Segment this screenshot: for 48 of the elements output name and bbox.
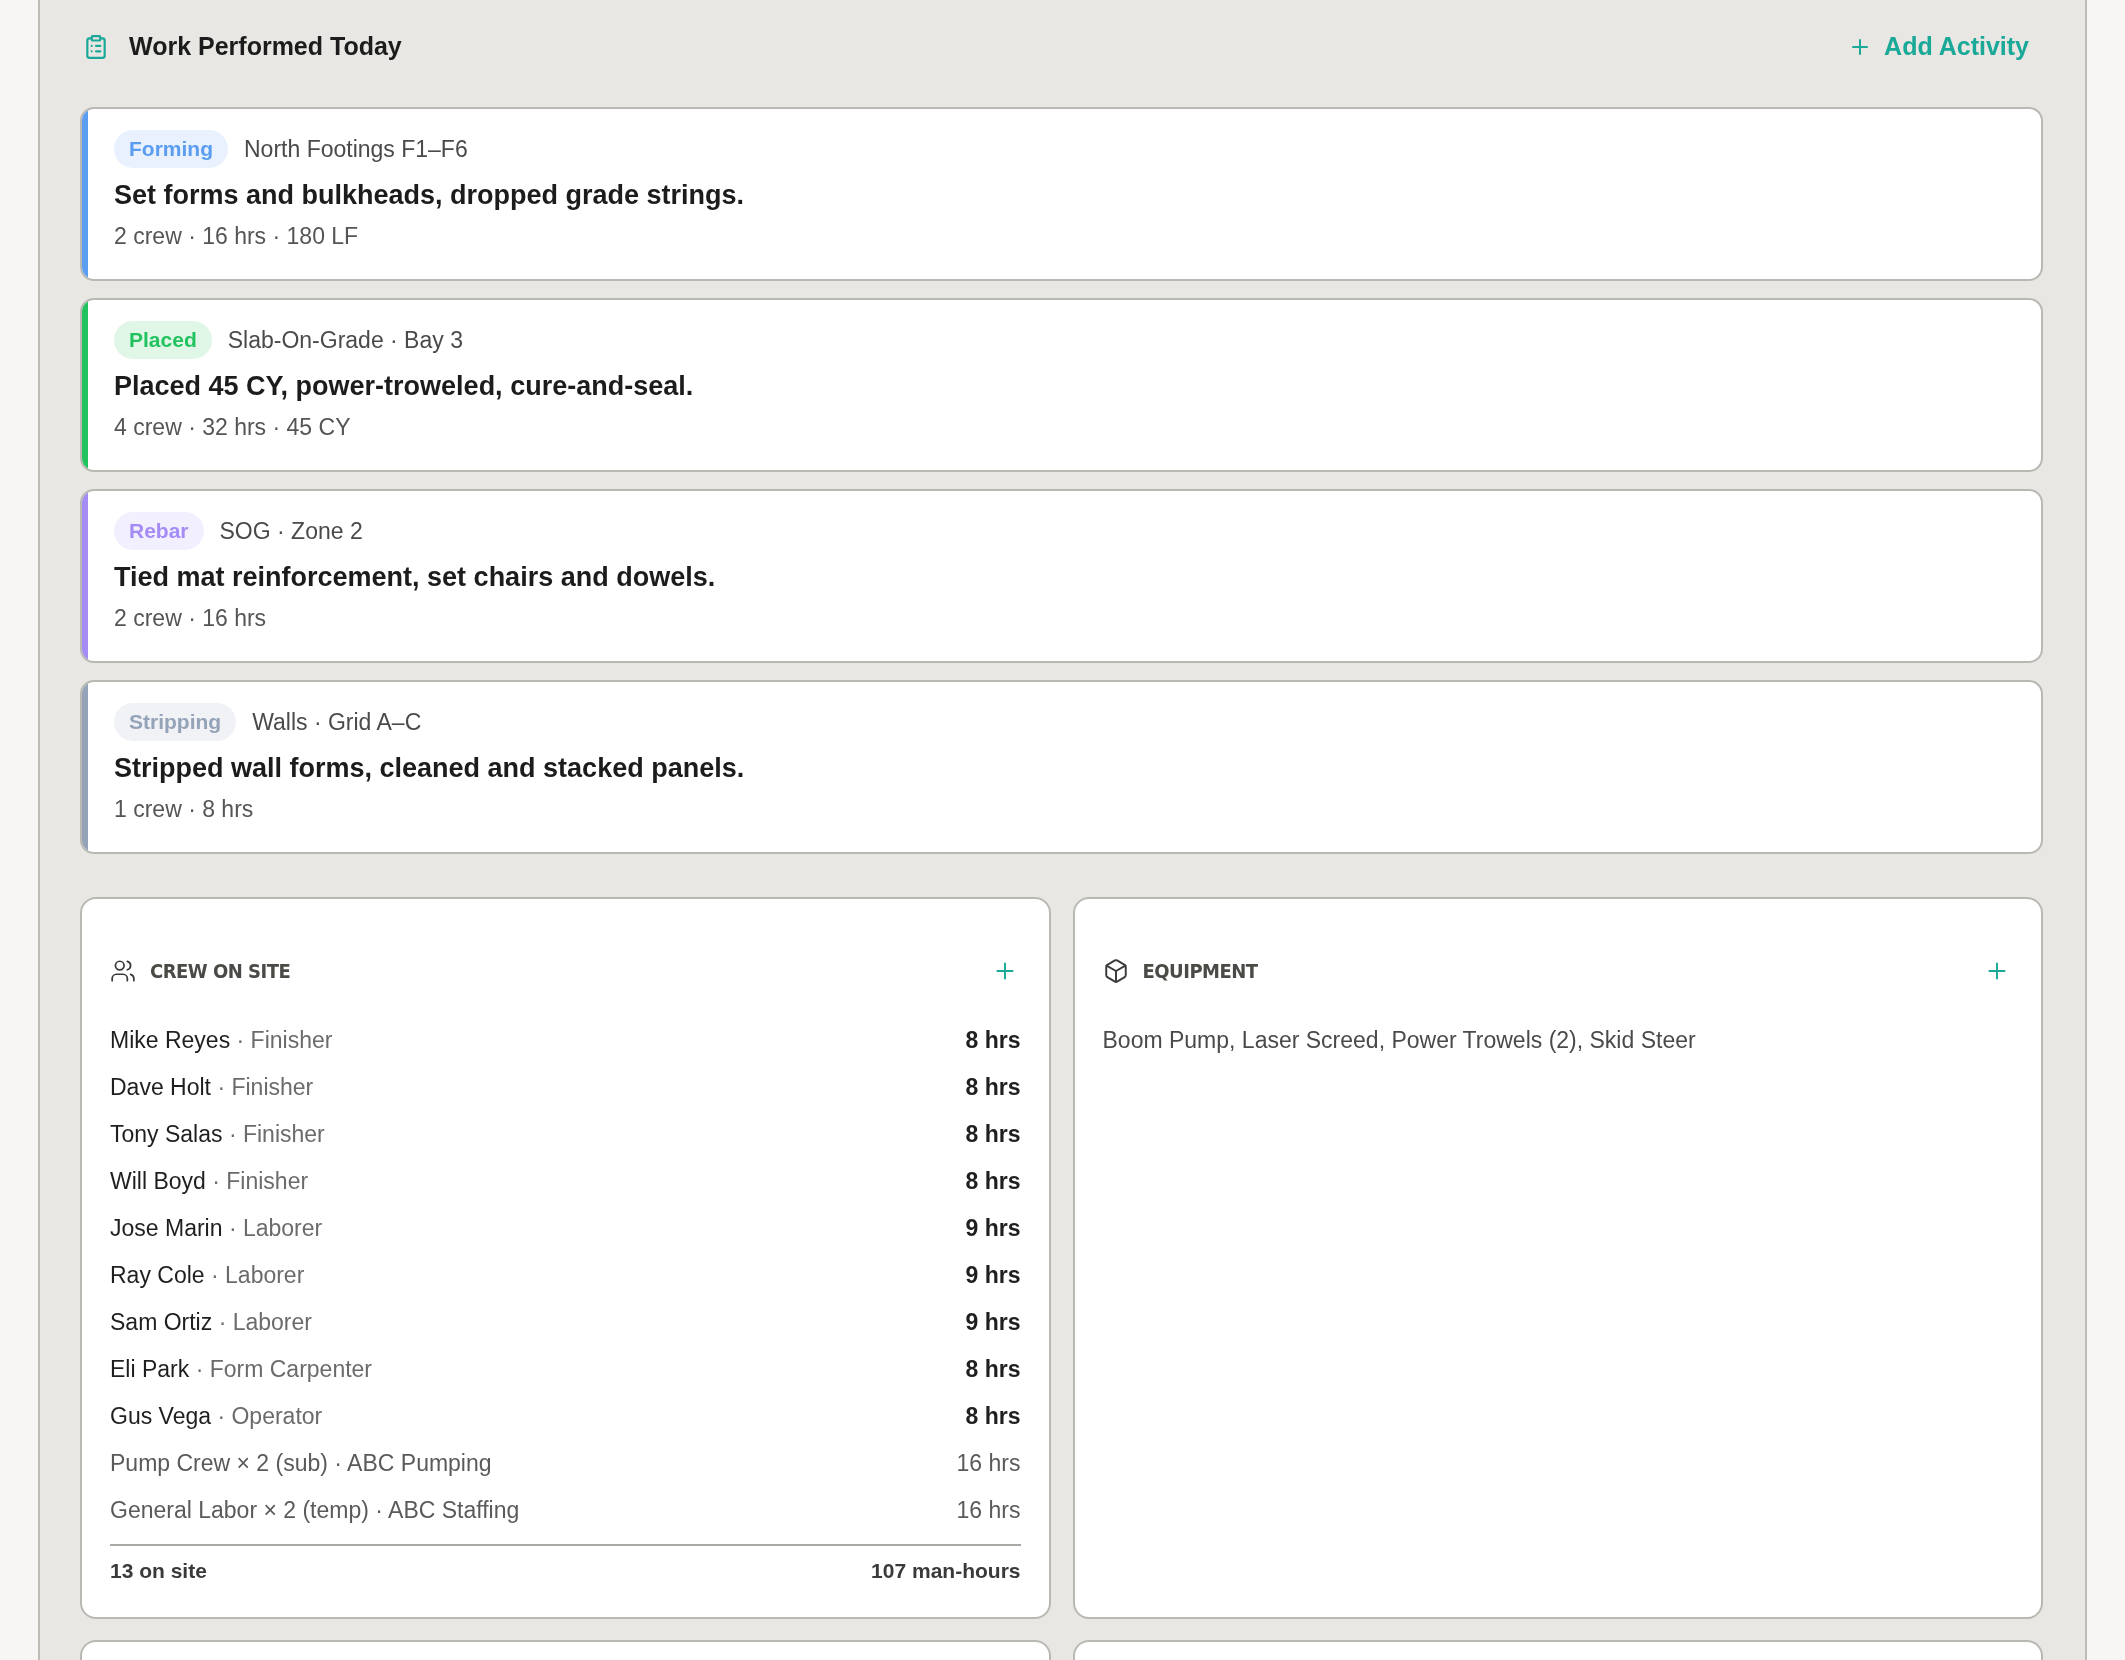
crew-hours: 16 hrs: [956, 1496, 1021, 1526]
clipboard-icon: [83, 34, 109, 60]
crew-count: 13 on site: [110, 1558, 207, 1585]
equipment-list: Boom Pump, Laser Screed, Power Trowels (2), Skid Steer: [1102, 1023, 1696, 1058]
man-hours-total: 107 man-hours: [871, 1558, 1021, 1585]
activity-meta: 4 crew · 32 hrs · 45 CY: [114, 413, 352, 442]
crew-member: Mike Reyes · Finisher: [110, 1026, 333, 1056]
category-tag: Rebar: [114, 512, 204, 550]
category-tag: Stripping: [114, 703, 237, 741]
location-text: North Footings F1–F6: [244, 134, 468, 164]
add-activity-button[interactable]: Add Activity: [1848, 28, 2029, 66]
location-text: Slab-On-Grade · Bay 3: [227, 325, 463, 355]
crew-member: Ray Cole · Laborer: [110, 1261, 305, 1291]
crew-hours: 8 hrs: [965, 1120, 1021, 1150]
crew-hours: 9 hrs: [965, 1261, 1021, 1291]
activity-description: Set forms and bulkheads, dropped grade strings.: [114, 179, 745, 212]
activity-meta: 1 crew · 8 hrs: [114, 795, 255, 824]
location-text: SOG · Zone 2: [219, 516, 363, 546]
crew-member: Pump Crew × 2 (sub) · ABC Pumping: [110, 1449, 492, 1479]
crew-hours: 16 hrs: [956, 1449, 1021, 1479]
activity-description: Stripped wall forms, cleaned and stacked panels.: [114, 752, 745, 785]
crew-hours: 8 hrs: [965, 1167, 1021, 1197]
card-title: EQUIPMENT: [1142, 958, 1258, 985]
crew-hours: 9 hrs: [965, 1214, 1021, 1244]
crew-hours: 8 hrs: [965, 1402, 1021, 1432]
crew-member: Gus Vega · Operator: [110, 1402, 323, 1432]
location-text: Walls · Grid A–C: [252, 707, 422, 737]
activity-meta: 2 crew · 16 hrs: [114, 604, 268, 633]
category-tag: Forming: [114, 130, 228, 168]
crew-hours: 8 hrs: [965, 1026, 1021, 1056]
crew-hours: 9 hrs: [965, 1308, 1021, 1338]
category-tag: Placed: [114, 321, 212, 359]
crew-member: Dave Holt · Finisher: [110, 1073, 314, 1103]
activity-description: Tied mat reinforcement, set chairs and dowels.: [114, 561, 716, 594]
crew-member: Eli Park · Form Carpenter: [110, 1355, 372, 1385]
crew-member: Sam Ortiz · Laborer: [110, 1308, 312, 1338]
section-title: Work Performed Today: [129, 31, 402, 63]
crew-member: Tony Salas · Finisher: [110, 1120, 325, 1150]
activity-description: Placed 45 CY, power-troweled, cure-and-seal.: [114, 370, 694, 403]
crew-member: Will Boyd · Finisher: [110, 1167, 309, 1197]
crew-hours: 8 hrs: [965, 1355, 1021, 1385]
crew-hours: 8 hrs: [965, 1073, 1021, 1103]
activity-meta: 2 crew · 16 hrs · 180 LF: [114, 222, 360, 251]
people-icon: [110, 958, 136, 984]
crew-member: Jose Marin · Laborer: [110, 1214, 323, 1244]
crew-member: General Labor × 2 (temp) · ABC Staffing: [110, 1496, 520, 1526]
cube-icon: [1102, 958, 1129, 984]
card-title: CREW ON SITE: [150, 958, 291, 985]
